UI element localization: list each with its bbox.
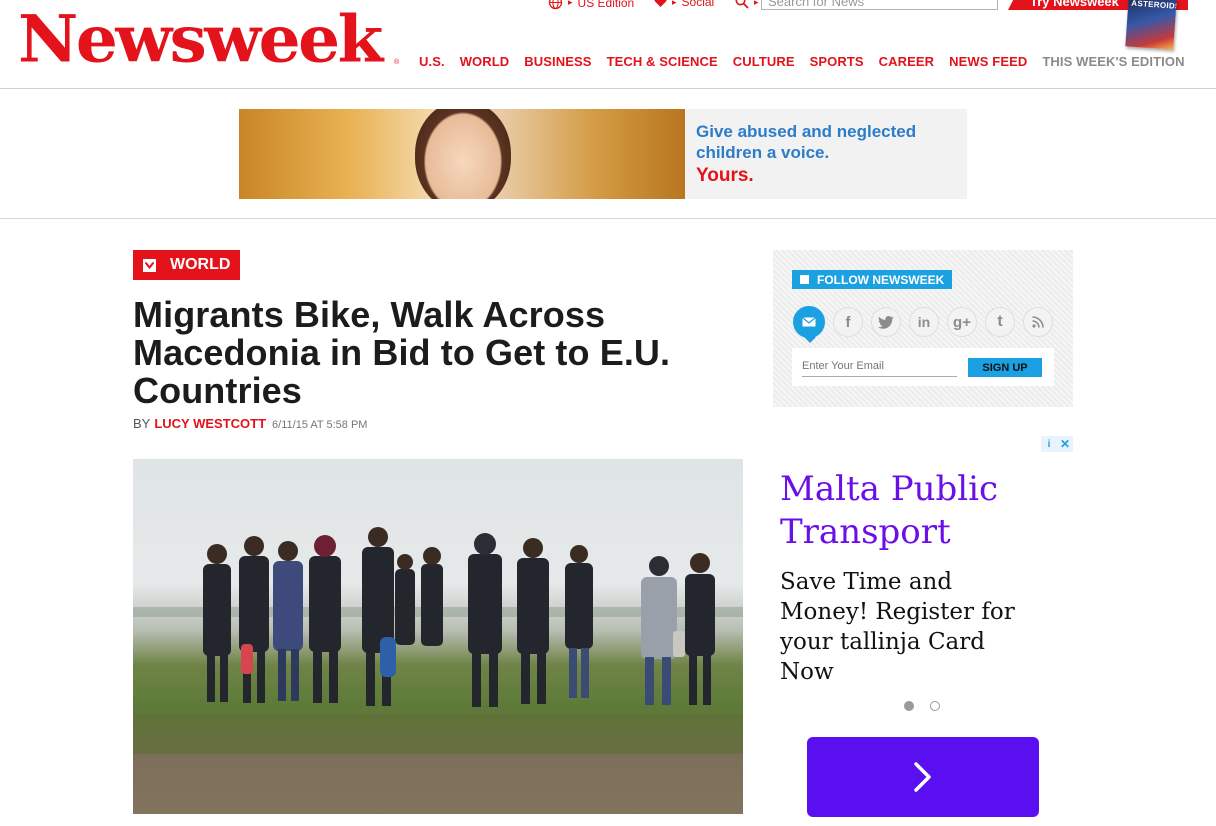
heart-icon <box>654 0 667 7</box>
nav-item-career[interactable]: CAREER <box>879 54 935 69</box>
newsletter-signup: SIGN UP <box>792 348 1054 386</box>
social-label: Social <box>681 0 715 9</box>
facebook-icon[interactable]: f <box>833 307 863 337</box>
caret-right-icon: ▸ <box>672 0 677 7</box>
globe-icon <box>548 0 563 10</box>
section-label: WORLD <box>170 256 231 273</box>
caret-right-icon: ▸ <box>754 0 759 7</box>
registered-mark: ® <box>394 59 400 66</box>
tumblr-icon[interactable]: t <box>985 307 1015 337</box>
side-ad-next-button[interactable] <box>807 737 1039 817</box>
byline-prefix: BY <box>133 416 151 431</box>
nav-item-business[interactable]: BUSINESS <box>524 54 591 69</box>
side-ad-body[interactable]: Save Time and Money! Register for your t… <box>780 567 1040 687</box>
article-lead-photo[interactable] <box>133 459 743 814</box>
google-plus-icon[interactable]: g+ <box>947 307 977 337</box>
magazine-cover[interactable]: ASTEROIDS <box>1125 0 1177 50</box>
banner-ad-photo <box>239 109 685 199</box>
banner-ad-line-1: Give abused and neglected <box>696 122 917 141</box>
banner-ad-line-3: Yours. <box>696 165 754 186</box>
edition-selector[interactable]: ▸ US Edition <box>548 0 634 10</box>
linkedin-icon[interactable]: in <box>909 307 939 337</box>
banner-ad-text: Give abused and neglected children a voi… <box>685 109 967 199</box>
rss-icon[interactable] <box>1023 307 1053 337</box>
banner-ad[interactable]: Give abused and neglected children a voi… <box>239 109 967 199</box>
chevron-down-icon <box>800 275 809 284</box>
info-icon[interactable]: i <box>1041 436 1057 452</box>
follow-newsweek-widget: FOLLOW NEWSWEEK f in g+ t SIGN UP <box>773 250 1073 407</box>
header-divider <box>0 88 1216 89</box>
banner-ad-line-2: children a voice. <box>696 143 830 162</box>
author-link[interactable]: LUCY WESTCOTT <box>154 416 266 431</box>
carousel-dot-1[interactable] <box>904 701 914 711</box>
article-headline: Migrants Bike, Walk Across Macedonia in … <box>133 294 671 411</box>
close-icon[interactable]: ✕ <box>1057 436 1073 452</box>
nav-item-tech-science[interactable]: TECH & SCIENCE <box>607 54 718 69</box>
carousel-dot-2[interactable] <box>930 701 940 711</box>
social-icons-row: f in g+ t <box>793 306 1053 343</box>
search-input[interactable]: Search for News <box>761 0 998 10</box>
nav-item-world[interactable]: WORLD <box>460 54 510 69</box>
search-icon <box>735 0 749 9</box>
nav-item-us[interactable]: U.S. <box>419 54 445 69</box>
magazine-cover-title: ASTEROIDS <box>1131 0 1177 12</box>
ad-choices-badge[interactable]: i ✕ <box>1041 436 1073 452</box>
nav-item-news-feed[interactable]: NEWS FEED <box>949 54 1027 69</box>
nav-item-this-weeks-edition[interactable]: THIS WEEK'S EDITION <box>1042 54 1184 69</box>
carousel-dots <box>904 701 940 711</box>
chevron-right-icon <box>914 762 931 792</box>
search-toggle[interactable]: ▸ <box>735 0 759 9</box>
main-nav: U.S. WORLD BUSINESS TECH & SCIENCE CULTU… <box>419 54 1200 69</box>
caret-right-icon: ▸ <box>568 0 573 7</box>
social-menu[interactable]: ▸ Social <box>654 0 714 9</box>
migrants-in-field-image <box>133 527 743 814</box>
mail-icon[interactable] <box>793 306 825 343</box>
banner-divider <box>0 218 1216 219</box>
child-face-image <box>415 109 511 199</box>
nav-item-culture[interactable]: CULTURE <box>733 54 795 69</box>
side-ad-title[interactable]: Malta Public Transport <box>780 468 1070 554</box>
newsweek-logo[interactable]: Newsweek <box>18 7 383 72</box>
email-field[interactable] <box>802 358 957 377</box>
chevron-down-icon <box>143 258 156 272</box>
nav-item-sports[interactable]: SPORTS <box>810 54 864 69</box>
follow-newsweek-tag: FOLLOW NEWSWEEK <box>792 270 953 289</box>
follow-title: FOLLOW NEWSWEEK <box>817 272 945 287</box>
sign-up-button[interactable]: SIGN UP <box>968 358 1042 377</box>
twitter-icon[interactable] <box>871 307 901 337</box>
publish-date: 6/11/15 AT 5:58 PM <box>272 419 368 431</box>
edition-label: US Edition <box>577 0 635 10</box>
article-byline: BY LUCY WESTCOTT 6/11/15 AT 5:58 PM <box>133 416 367 431</box>
section-tag-world[interactable]: WORLD <box>133 250 241 280</box>
